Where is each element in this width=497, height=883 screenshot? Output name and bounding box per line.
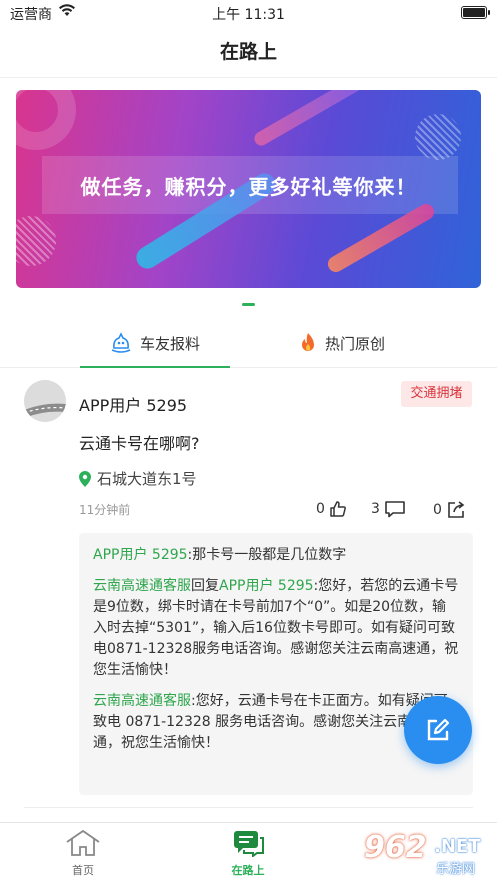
page-title: 在路上 [219, 41, 277, 63]
avatar[interactable] [24, 380, 66, 422]
comment-button[interactable]: 3 [371, 500, 406, 518]
promo-banner[interactable]: 做任务，赚积分，更多好礼等你来！ [16, 90, 481, 288]
carousel-indicator [242, 303, 255, 306]
share-icon [448, 501, 465, 518]
tabbar-home[interactable]: 首页 [33, 829, 133, 878]
like-count: 0 [316, 501, 325, 517]
status-bar: 运营商 上午 11:31 [0, 0, 497, 26]
share-button[interactable]: 0 [433, 500, 466, 520]
banner-text: 做任务，赚积分，更多好礼等你来！ [80, 175, 417, 199]
banner-decoration [16, 90, 76, 150]
clock: 上午 11:31 [212, 7, 285, 23]
share-count: 0 [433, 502, 442, 518]
reply-word: 回复 [191, 578, 219, 594]
tab-driver-reports[interactable]: 车友报料 [80, 318, 230, 368]
tab-label: 车友报料 [139, 334, 200, 353]
post-username[interactable]: APP用户 5295 [79, 392, 187, 416]
watermark-number: 962 [364, 830, 427, 865]
comment-icon [385, 501, 405, 518]
like-button[interactable]: 0 [316, 500, 347, 518]
location-text: 石城大道东1号 [97, 470, 197, 488]
home-icon [66, 829, 100, 856]
banner-decoration [415, 114, 461, 160]
reply-target[interactable]: APP用户 5295 [219, 578, 314, 594]
watermark-sub: 乐游网 [436, 862, 476, 877]
banner-decoration [251, 90, 381, 149]
comment-author[interactable]: APP用户 5295 [93, 547, 188, 563]
post-content: 云通卡号在哪啊? [79, 434, 200, 453]
tab-hot-original[interactable]: 热门原创 [267, 318, 417, 368]
banner-decoration [16, 216, 56, 266]
road-avatar-icon [24, 380, 66, 422]
nav-bar: 在路上 [0, 26, 497, 78]
category-tabs: 车友报料 热门原创 [0, 318, 497, 368]
chat-bubbles-icon [234, 831, 264, 858]
comment-thread: APP用户 5295:那卡号一般都是几位数字 云南高速通客服回复APP用户 52… [79, 533, 473, 795]
post-timestamp: 11分钟前 [79, 503, 131, 517]
tab-label: 热门原创 [324, 334, 385, 353]
mascot-icon [111, 332, 131, 353]
post-divider [24, 807, 473, 808]
post-location: 石城大道东1号 [79, 468, 197, 489]
battery-icon [461, 6, 490, 19]
comment-count: 3 [371, 501, 380, 517]
comment-item: APP用户 5295:那卡号一般都是几位数字 [93, 545, 459, 566]
thumbs-up-icon [330, 501, 346, 517]
comment-author[interactable]: 云南高速通客服 [93, 578, 191, 594]
status-badge: 交通拥堵 [401, 381, 472, 407]
comment-author[interactable]: 云南高速通客服 [93, 693, 191, 709]
compose-button[interactable] [404, 696, 472, 764]
watermark-net: .NET [434, 836, 481, 857]
tabbar-road-label: 在路上 [231, 864, 265, 877]
site-watermark: 962 .NET 乐游网 [356, 830, 492, 878]
tabbar-on-the-road[interactable]: 在路上 [198, 829, 298, 878]
comment-text: :那卡号一般都是几位数字 [187, 547, 347, 563]
tabbar-home-label: 首页 [72, 864, 94, 877]
location-pin-icon [79, 470, 91, 487]
comment-item: 云南高速通客服回复APP用户 5295:您好，若您的云通卡号是9位数，绑卡时请在… [93, 576, 459, 681]
edit-icon [427, 718, 450, 741]
flame-icon [301, 333, 314, 351]
